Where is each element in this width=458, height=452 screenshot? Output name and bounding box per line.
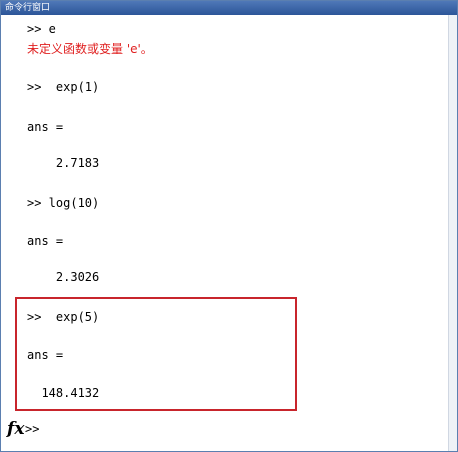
command-window: 命令行窗口 >> e 未定义函数或变量 'e'。 >> exp(1) ans =…	[0, 0, 458, 452]
console-line-output: 2.7183	[27, 156, 100, 170]
console-line-input: >> e	[27, 22, 56, 36]
console-line-input: >> exp(1)	[27, 80, 100, 94]
console-line-output: ans =	[27, 120, 64, 134]
window-title: 命令行窗口	[1, 1, 457, 15]
console-line-output: 2.3026	[27, 270, 100, 284]
console-line-output: ans =	[27, 234, 64, 248]
fx-icon[interactable]: fx	[7, 419, 24, 439]
command-prompt[interactable]: >>	[25, 422, 39, 436]
vertical-scrollbar[interactable]	[448, 15, 457, 451]
console-line-input: >> log(10)	[27, 196, 100, 210]
console-line-error: 未定义函数或变量 'e'。	[27, 42, 153, 56]
highlight-box	[15, 297, 297, 411]
